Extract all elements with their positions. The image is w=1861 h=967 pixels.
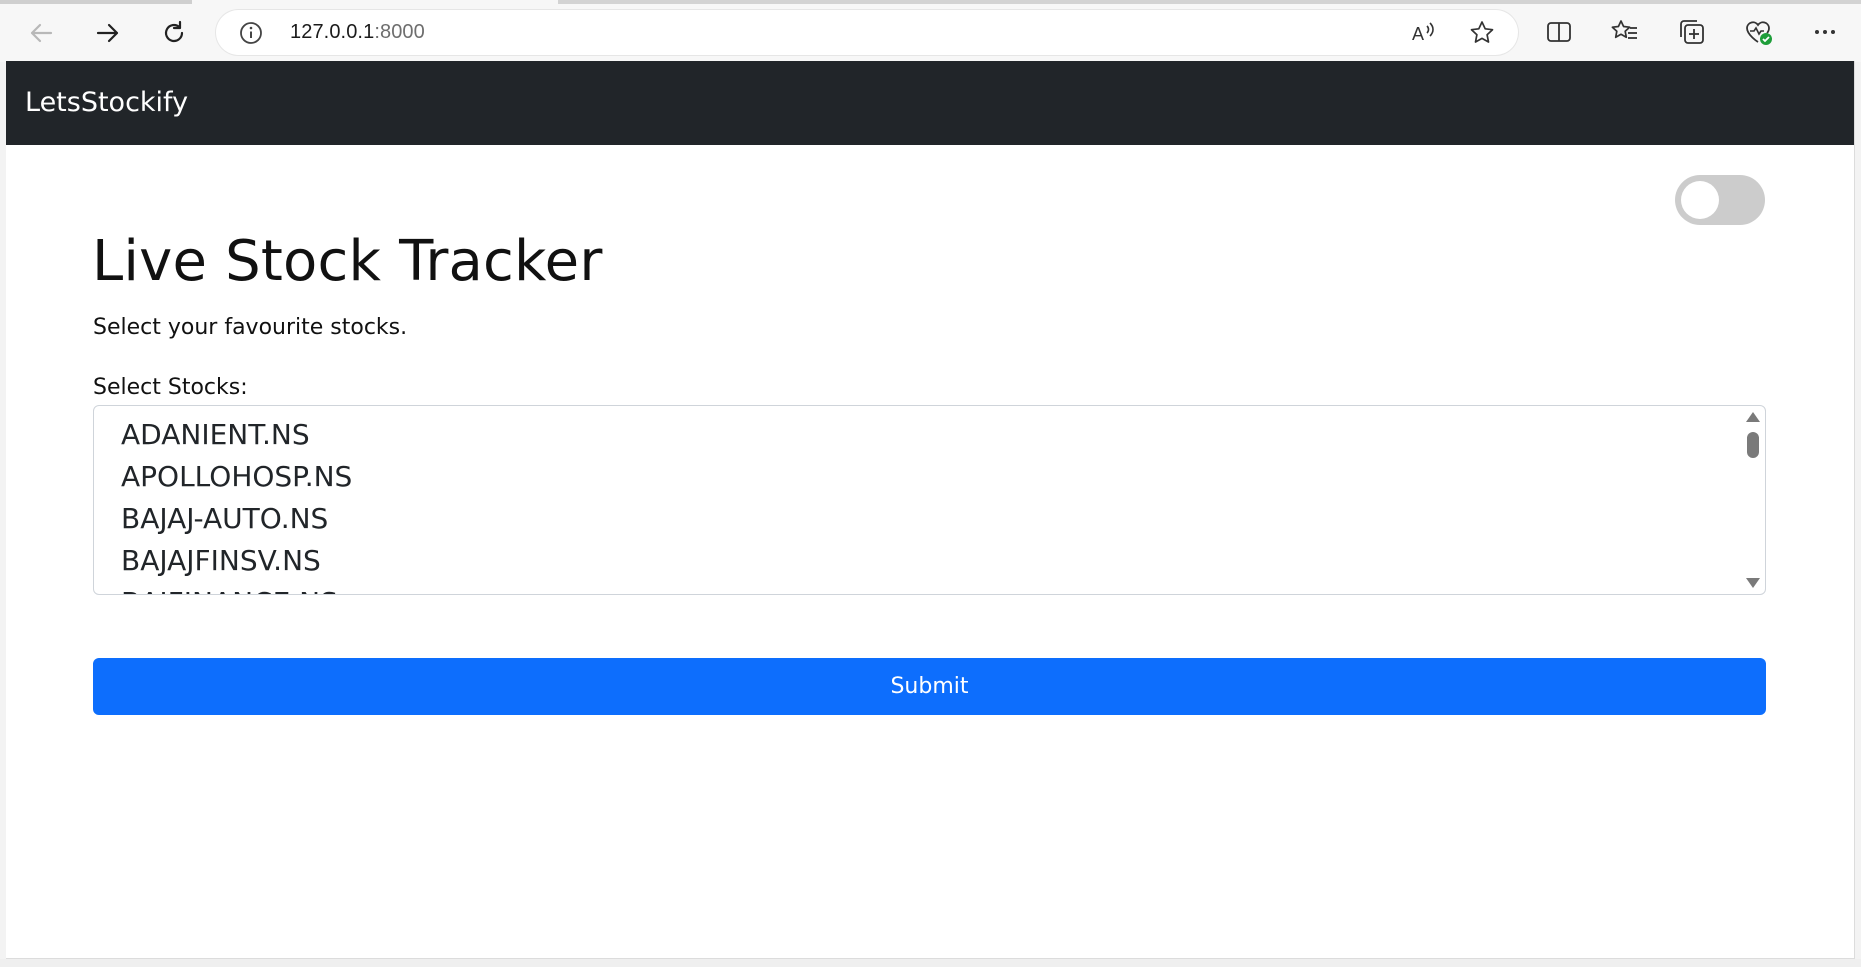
stock-option[interactable]: BAJAJ-AUTO.NS bbox=[121, 498, 352, 540]
url-port: :8000 bbox=[374, 21, 425, 43]
info-icon[interactable] bbox=[238, 20, 264, 46]
url-text[interactable]: 127.0.0.1:8000 bbox=[290, 21, 425, 44]
navbar: LetsStockify bbox=[6, 61, 1854, 145]
back-arrow-icon[interactable] bbox=[21, 13, 61, 53]
stock-option[interactable]: ADANIENT.NS bbox=[121, 414, 352, 456]
browser-toolbar: 127.0.0.1:8000 A bbox=[0, 0, 1861, 62]
scroll-thumb[interactable] bbox=[1747, 432, 1759, 458]
scroll-down-arrow-icon[interactable] bbox=[1746, 578, 1760, 588]
scrollbar[interactable] bbox=[1743, 406, 1765, 594]
stock-option[interactable]: APOLLOHOSP.NS bbox=[121, 456, 352, 498]
toggle-knob bbox=[1681, 181, 1719, 219]
read-aloud-icon[interactable]: A bbox=[1409, 19, 1437, 47]
stock-option[interactable]: BAJAJFINSV.NS bbox=[121, 540, 352, 582]
scroll-up-arrow-icon[interactable] bbox=[1746, 412, 1760, 422]
submit-button[interactable]: Submit bbox=[93, 658, 1766, 715]
more-icon[interactable] bbox=[1810, 17, 1840, 47]
url-host: 127.0.0.1 bbox=[290, 21, 375, 43]
address-bar[interactable]: 127.0.0.1:8000 A bbox=[216, 10, 1518, 55]
split-screen-icon[interactable] bbox=[1544, 17, 1574, 47]
forward-arrow-icon[interactable] bbox=[88, 13, 128, 53]
star-icon[interactable] bbox=[1468, 19, 1496, 47]
page-viewport: LetsStockify Live Stock Tracker Select y… bbox=[6, 61, 1855, 959]
theme-toggle[interactable] bbox=[1675, 175, 1765, 225]
refresh-icon[interactable] bbox=[154, 13, 194, 53]
stocks-multiselect[interactable]: ADANIENT.NS APOLLOHOSP.NS BAJAJ-AUTO.NS … bbox=[93, 405, 1766, 595]
tab-strip-segment bbox=[0, 0, 192, 4]
svg-text:A: A bbox=[1412, 24, 1424, 44]
tab-strip-segment bbox=[558, 0, 1861, 4]
window-bottom-edge bbox=[0, 959, 1861, 967]
browser-essentials-icon[interactable] bbox=[1743, 17, 1773, 47]
stock-option[interactable]: BAJFINANCE.NS bbox=[121, 582, 352, 594]
page-subtitle: Select your favourite stocks. bbox=[93, 315, 408, 340]
navbar-brand[interactable]: LetsStockify bbox=[25, 87, 188, 118]
page-title: Live Stock Tracker bbox=[92, 229, 603, 294]
favorites-icon[interactable] bbox=[1610, 17, 1640, 47]
collections-icon[interactable] bbox=[1677, 17, 1707, 47]
select-stocks-label: Select Stocks: bbox=[93, 375, 248, 400]
stock-options-list: ADANIENT.NS APOLLOHOSP.NS BAJAJ-AUTO.NS … bbox=[121, 414, 352, 594]
